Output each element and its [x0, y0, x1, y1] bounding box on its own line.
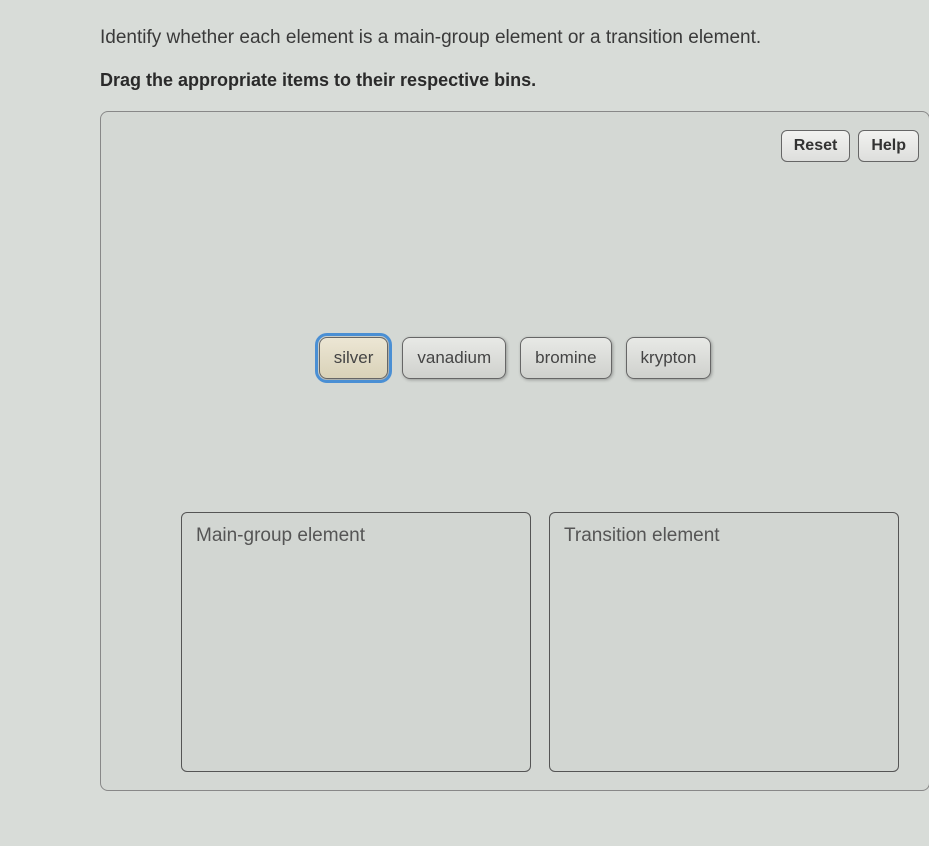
- top-buttons: Reset Help: [781, 130, 919, 162]
- bin-label-transition: Transition element: [564, 525, 884, 547]
- exercise-panel: Reset Help silver vanadium bromine krypt…: [100, 111, 929, 791]
- bin-label-main-group: Main-group element: [196, 525, 516, 547]
- draggable-items-row: silver vanadium bromine krypton: [101, 337, 929, 379]
- drag-item-bromine[interactable]: bromine: [520, 337, 611, 379]
- bins-row: Main-group element Transition element: [181, 512, 899, 772]
- drag-item-silver[interactable]: silver: [319, 337, 389, 379]
- help-button[interactable]: Help: [858, 130, 919, 162]
- bin-main-group[interactable]: Main-group element: [181, 512, 531, 772]
- bin-transition[interactable]: Transition element: [549, 512, 899, 772]
- question-text: Identify whether each element is a main-…: [100, 25, 929, 52]
- drag-item-krypton[interactable]: krypton: [626, 337, 712, 379]
- instruction-text: Drag the appropriate items to their resp…: [100, 70, 929, 91]
- drag-item-vanadium[interactable]: vanadium: [402, 337, 506, 379]
- reset-button[interactable]: Reset: [781, 130, 851, 162]
